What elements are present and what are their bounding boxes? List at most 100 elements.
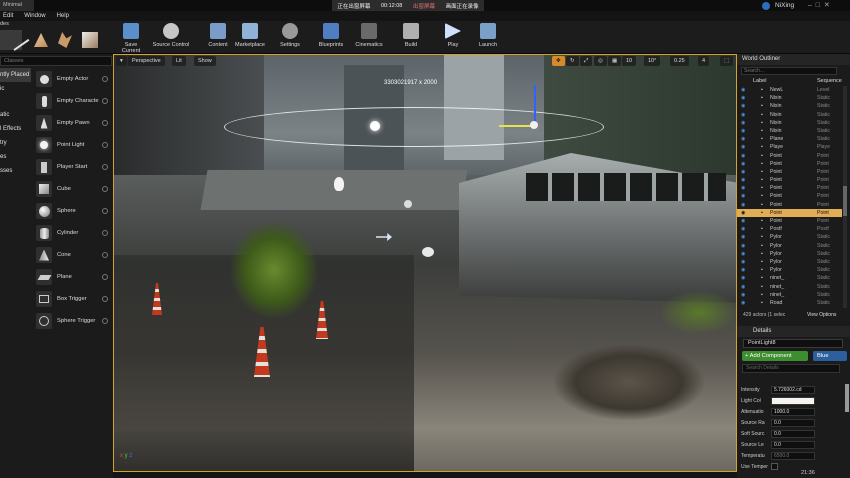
outliner-row[interactable]: ◉ ▪ Nixin Static (737, 102, 842, 110)
translate-tool-icon[interactable]: ✥ (552, 56, 565, 66)
outliner-row[interactable]: ◉ ▪ Point Point (737, 217, 842, 225)
point-light-icon[interactable] (334, 177, 344, 191)
visibility-eye-icon[interactable]: ◉ (741, 291, 746, 299)
category-volumes[interactable]: es (0, 150, 31, 164)
maximize-viewport-icon[interactable]: ⬚ (720, 56, 734, 66)
marketplace-button[interactable]: Marketplace (232, 23, 268, 53)
outliner-row[interactable]: ◉ ▪ ninet_ Static (737, 283, 842, 291)
visibility-eye-icon[interactable]: ◉ (741, 250, 746, 258)
list-item[interactable]: Player Start (32, 156, 112, 178)
launch-button[interactable]: Launch (474, 23, 502, 53)
visibility-eye-icon[interactable]: ◉ (741, 160, 746, 168)
outliner-row[interactable]: ◉ ▪ ninet_ Static (737, 274, 842, 282)
outliner-row[interactable]: ◉ ▪ Point Point (737, 192, 842, 200)
list-item[interactable]: Sphere (32, 200, 112, 222)
gizmo-origin[interactable] (530, 121, 538, 129)
world-local-icon[interactable]: ◎ (594, 56, 607, 66)
add-component-button[interactable]: + Add Component (742, 351, 808, 361)
rotate-tool-icon[interactable]: ↻ (566, 56, 579, 66)
outliner-row[interactable]: ◉ ▪ ninet_ Static (737, 291, 842, 299)
outliner-row[interactable]: ◉ ▪ Postf Postf (737, 225, 842, 233)
level-tab[interactable]: Minimal (0, 0, 34, 11)
visibility-eye-icon[interactable]: ◉ (741, 233, 746, 241)
outliner-row[interactable]: ◉ ▪ Pylor Static (737, 266, 842, 274)
visibility-eye-icon[interactable]: ◉ (741, 102, 746, 110)
outliner-row[interactable]: ◉ ▪ Pylor Static (737, 250, 842, 258)
scale-tool-icon[interactable]: ⤢ (580, 56, 593, 66)
attenuation-value[interactable]: 1000.0 (771, 407, 815, 416)
outliner-row[interactable]: ◉ ▪ Point Point (737, 208, 842, 217)
z-axis-arrow[interactable] (534, 85, 536, 125)
visibility-eye-icon[interactable]: ◉ (741, 201, 746, 209)
play-button[interactable]: Play (440, 23, 466, 53)
point-light-icon[interactable] (404, 200, 412, 208)
category-all-classes[interactable]: sses (0, 164, 31, 178)
category-recently-placed[interactable]: ntly Placed (0, 68, 31, 82)
source-radius-value[interactable]: 0.0 (771, 418, 815, 427)
outliner-row[interactable]: ◉ ▪ Point Point (737, 160, 842, 168)
outliner-row[interactable]: ◉ ▪ Pylor Static (737, 242, 842, 250)
geometry-icon[interactable] (82, 32, 98, 48)
perspective-button[interactable]: Perspective (128, 56, 165, 66)
visibility-eye-icon[interactable]: ◉ (741, 119, 746, 127)
outliner-row[interactable]: ◉ ▪ Playe Playe (737, 143, 842, 151)
list-item[interactable]: Point Light (32, 134, 112, 156)
visibility-eye-icon[interactable]: ◉ (741, 283, 746, 291)
outliner-row[interactable]: ◉ ▪ Point Point (737, 152, 842, 160)
temperature-value[interactable]: 6500.0 (771, 451, 815, 460)
category-basic[interactable]: ic (0, 82, 31, 96)
visibility-eye-icon[interactable]: ◉ (741, 274, 746, 282)
outliner-col-type[interactable]: Sequence (817, 78, 842, 84)
menu-window[interactable]: Window (24, 13, 45, 19)
view-options-button[interactable]: View Options (807, 312, 836, 318)
list-item[interactable]: Cylinder (32, 222, 112, 244)
visibility-eye-icon[interactable]: ◉ (741, 127, 746, 135)
visibility-eye-icon[interactable]: ◉ (741, 143, 746, 151)
visibility-eye-icon[interactable]: ◉ (741, 209, 746, 217)
outliner-scrollbar[interactable] (843, 86, 847, 308)
visibility-eye-icon[interactable]: ◉ (741, 152, 746, 160)
use-temperature-checkbox[interactable] (771, 463, 778, 470)
landscape-icon[interactable] (34, 33, 48, 47)
list-item[interactable]: Box Trigger (32, 288, 112, 310)
details-search-input[interactable]: Search Details (742, 364, 840, 373)
actor-name-field[interactable]: PointLight8 (743, 339, 843, 348)
rotation-snap-value[interactable]: 10° (644, 56, 661, 66)
point-light-icon[interactable] (422, 247, 434, 257)
list-item[interactable]: Plane (32, 266, 112, 288)
list-item[interactable]: Sphere Trigger (32, 310, 112, 332)
visibility-eye-icon[interactable]: ◉ (741, 86, 746, 94)
visibility-eye-icon[interactable]: ◉ (741, 299, 746, 307)
list-item[interactable]: Empty Pawn (32, 112, 112, 134)
light-icon[interactable] (370, 121, 380, 131)
outliner-row[interactable]: ◉ ▪ Nixin Static (737, 119, 842, 127)
visibility-eye-icon[interactable]: ◉ (741, 111, 746, 119)
visibility-eye-icon[interactable]: ◉ (741, 258, 746, 266)
visibility-eye-icon[interactable]: ◉ (741, 217, 746, 225)
show-button[interactable]: Show (194, 56, 216, 66)
level-viewport[interactable]: 3303021917 x 2000 ▾ Perspective Lit Show… (113, 54, 737, 472)
content-button[interactable]: Content (205, 23, 231, 53)
build-button[interactable]: Build (398, 23, 424, 53)
source-control-button[interactable]: Source Control (152, 23, 190, 53)
visibility-eye-icon[interactable]: ◉ (741, 135, 746, 143)
search-classes-input[interactable]: Classes (0, 56, 112, 66)
soft-source-value[interactable]: 0.0 (771, 429, 815, 438)
list-item[interactable]: Empty Characte (32, 90, 112, 112)
settings-button[interactable]: Settings (275, 23, 305, 53)
details-scrollbar[interactable] (845, 384, 849, 412)
world-outliner-tab[interactable]: World Outliner (737, 54, 850, 65)
category-geometry[interactable]: try (0, 136, 31, 150)
category-visual-effects[interactable]: l Effects (0, 122, 31, 136)
save-current-button[interactable]: Save Current (115, 23, 147, 54)
outliner-row[interactable]: ◉ ▪ Nixin Static (737, 111, 842, 119)
outliner-row[interactable]: ◉ ▪ Nixin Static (737, 127, 842, 135)
source-length-value[interactable]: 0.0 (771, 440, 815, 449)
outliner-row[interactable]: ◉ ▪ Pylor Static (737, 233, 842, 241)
visibility-eye-icon[interactable]: ◉ (741, 184, 746, 192)
category-lights[interactable]: atic (0, 108, 31, 122)
list-item[interactable]: Cube (32, 178, 112, 200)
cinematics-button[interactable]: Cinematics (352, 23, 386, 53)
blueprints-button[interactable]: Blueprints (315, 23, 347, 53)
camera-speed-value[interactable]: 4 (698, 56, 710, 66)
